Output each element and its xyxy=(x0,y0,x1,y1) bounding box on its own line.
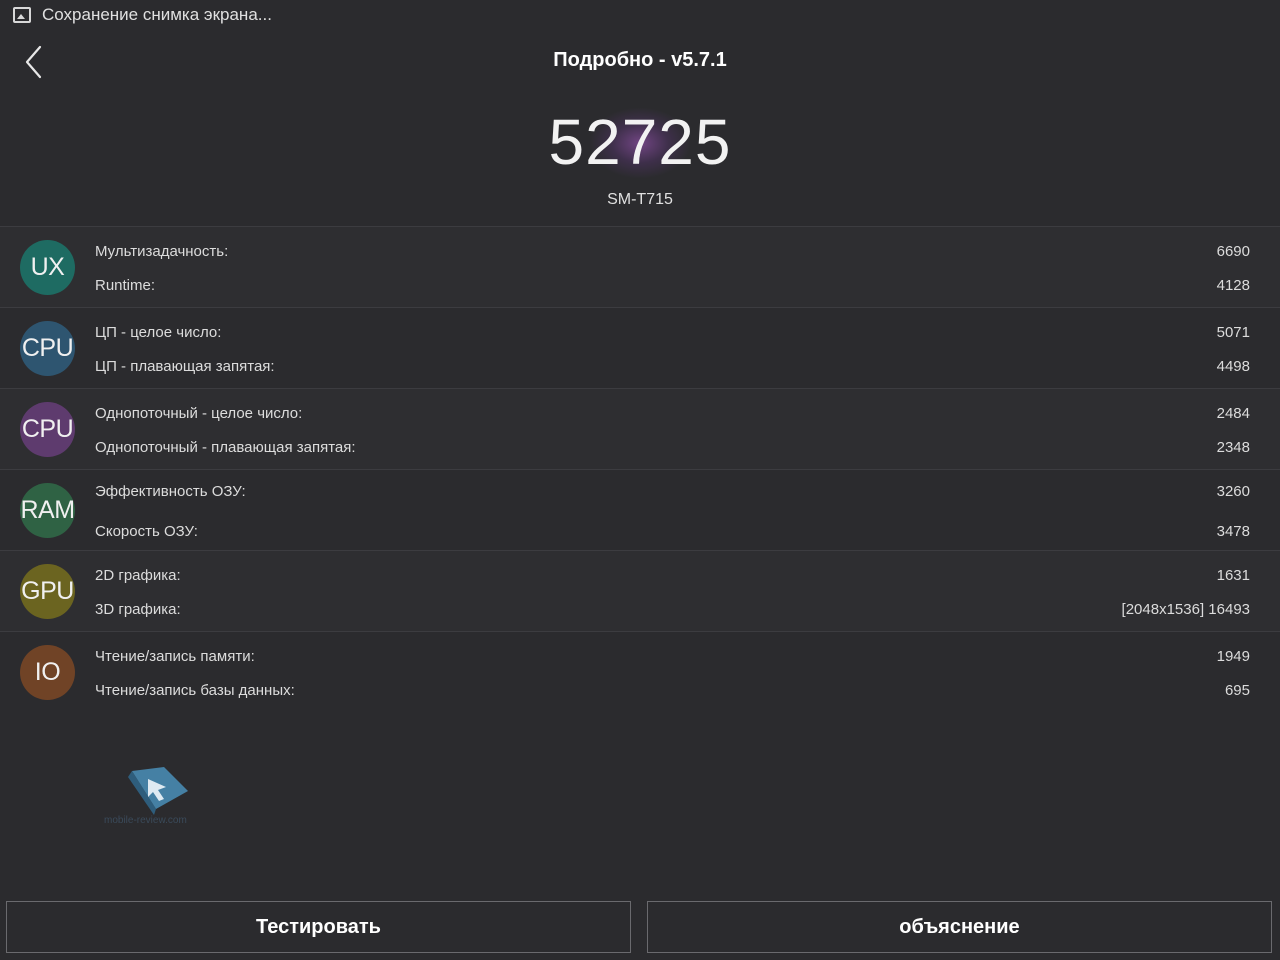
item-label: Эффективность ОЗУ: xyxy=(95,482,246,500)
list-item: Чтение/запись базы данных: 695 xyxy=(95,680,1250,700)
item-label: Скорость ОЗУ: xyxy=(95,522,198,540)
list-item: 3D графика: [2048x1536] 16493 xyxy=(95,599,1250,619)
gpu-badge: GPU xyxy=(20,564,75,619)
list-item: Чтение/запись памяти: 1949 xyxy=(95,646,1250,666)
score-section: 52725 xyxy=(0,98,1280,188)
cpu-badge: CPU xyxy=(20,321,75,376)
item-label: ЦП - плавающая запятая: xyxy=(95,357,275,375)
item-value: 1631 xyxy=(1216,566,1250,584)
explain-button[interactable]: объяснение xyxy=(647,901,1272,953)
page-title: Подробно - v5.7.1 xyxy=(553,49,727,71)
cpu-single-badge: CPU xyxy=(20,402,75,457)
category-row-io: IO Чтение/запись памяти: 1949 Чтение/зап… xyxy=(0,631,1280,712)
test-button[interactable]: Тестировать xyxy=(6,901,631,953)
item-value: 3478 xyxy=(1216,522,1250,540)
status-bar: Сохранение снимка экрана... xyxy=(0,0,1280,30)
item-value: 2348 xyxy=(1216,438,1250,456)
item-label: Чтение/запись базы данных: xyxy=(95,681,295,699)
item-value: 2484 xyxy=(1216,404,1250,422)
list-item: ЦП - плавающая запятая: 4498 xyxy=(95,356,1250,376)
category-row-gpu: GPU 2D графика: 1631 3D графика: [2048x1… xyxy=(0,550,1280,631)
item-label: Чтение/запись памяти: xyxy=(95,647,255,665)
item-label: Однопоточный - плавающая запятая: xyxy=(95,438,356,456)
category-row-cpu: CPU ЦП - целое число: 5071 ЦП - плавающа… xyxy=(0,307,1280,388)
total-score: 52725 xyxy=(548,106,732,178)
item-label: ЦП - целое число: xyxy=(95,323,222,341)
list-item: Эффективность ОЗУ: 3260 xyxy=(95,481,1250,501)
item-value: 3260 xyxy=(1216,482,1250,500)
device-model: SM-T715 xyxy=(607,191,673,208)
category-row-ux: UX Мультизадачность: 6690 Runtime: 4128 xyxy=(0,226,1280,307)
item-value: 695 xyxy=(1224,681,1250,699)
ram-badge: RAM xyxy=(20,483,75,538)
item-value: 1949 xyxy=(1216,647,1250,665)
item-value: 5071 xyxy=(1216,323,1250,341)
watermark-text: mobile-review.com xyxy=(104,815,187,826)
list-item: ЦП - целое число: 5071 xyxy=(95,322,1250,342)
item-label: Однопоточный - целое число: xyxy=(95,404,303,422)
list-item: Скорость ОЗУ: 3478 xyxy=(95,521,1250,541)
item-value: 4128 xyxy=(1216,276,1250,294)
benchmark-list: UX Мультизадачность: 6690 Runtime: 4128 … xyxy=(0,226,1280,712)
list-item: Мультизадачность: 6690 xyxy=(95,241,1250,261)
notification-text: Сохранение снимка экрана... xyxy=(42,5,272,24)
item-label: 2D графика: xyxy=(95,566,181,584)
category-row-ram: RAM Эффективность ОЗУ: 3260 Скорость ОЗУ… xyxy=(0,469,1280,550)
image-icon xyxy=(13,7,31,23)
io-badge: IO xyxy=(20,645,75,700)
item-value: 4498 xyxy=(1216,357,1250,375)
item-label: Мультизадачность: xyxy=(95,242,229,260)
watermark-logo-icon xyxy=(128,767,188,815)
list-item: Однопоточный - целое число: 2484 xyxy=(95,403,1250,423)
item-label: 3D графика: xyxy=(95,600,181,618)
category-row-cpu-single: CPU Однопоточный - целое число: 2484 Одн… xyxy=(0,388,1280,469)
list-item: Runtime: 4128 xyxy=(95,275,1250,295)
item-value: [2048x1536] 16493 xyxy=(1121,600,1250,618)
list-item: Однопоточный - плавающая запятая: 2348 xyxy=(95,437,1250,457)
list-item: 2D графика: 1631 xyxy=(95,565,1250,585)
ux-badge: UX xyxy=(20,240,75,295)
watermark-logo: mobile-review.com xyxy=(104,765,204,827)
item-value: 6690 xyxy=(1216,242,1250,260)
item-label: Runtime: xyxy=(95,276,156,294)
